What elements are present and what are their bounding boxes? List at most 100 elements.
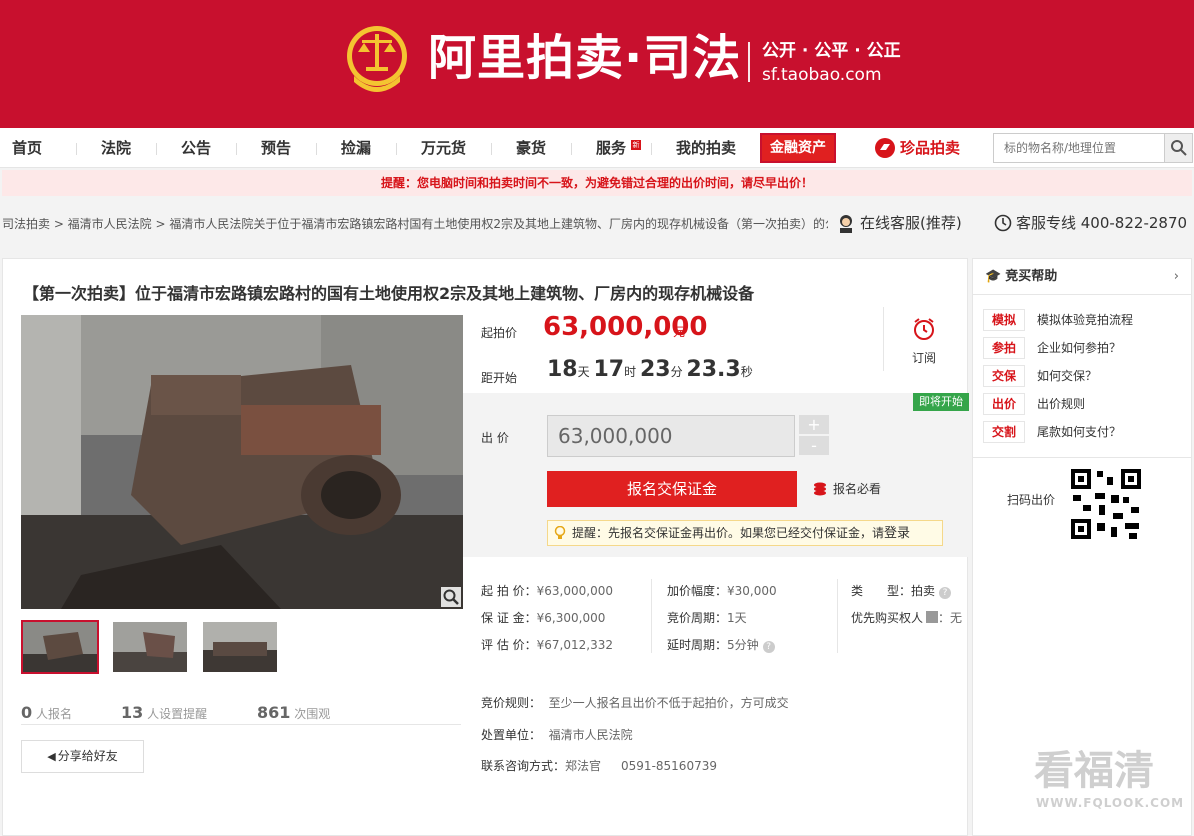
decrease-bid-button[interactable]: - bbox=[799, 436, 829, 455]
countdown-unit: 分 bbox=[670, 365, 683, 379]
share-icon: ◀ bbox=[47, 750, 56, 763]
help-header[interactable]: 🎓 竞买帮助 › bbox=[973, 259, 1191, 295]
nav-court[interactable]: 法院 bbox=[101, 138, 131, 158]
online-service-label: 在线客服(推荐) bbox=[860, 214, 962, 232]
bid-amount-field[interactable]: 63,000,000 bbox=[547, 415, 795, 457]
info-appraisal: 评 估 价：¥67,012,332 bbox=[481, 637, 613, 653]
service-hotline: 客服专线 400-822-2870 bbox=[994, 212, 1187, 234]
info-value: 1天 bbox=[727, 611, 747, 625]
clock-icon bbox=[994, 214, 1012, 232]
nav-bargain[interactable]: 捡漏 bbox=[341, 138, 371, 158]
share-button[interactable]: ◀ 分享给好友 bbox=[21, 740, 144, 773]
priority-icon bbox=[926, 611, 939, 623]
chevron-right-icon[interactable]: › bbox=[1174, 259, 1179, 295]
lightbulb-icon bbox=[554, 526, 566, 539]
info-label: 竞价周期： bbox=[667, 611, 728, 625]
help-icon[interactable]: ? bbox=[762, 641, 775, 653]
nav-finance-assets[interactable]: 金融资产 bbox=[760, 133, 836, 163]
thumbnail-image bbox=[23, 622, 97, 672]
view-label: 次围观 bbox=[294, 707, 331, 721]
alarm-clock-icon bbox=[914, 318, 934, 340]
main-nav: 首页 法院 公告 预告 捡漏 万元货 豪货 服务 新 我的拍卖 金融资产 珍品拍… bbox=[0, 128, 1194, 168]
info-value: 郑法官 bbox=[565, 759, 602, 773]
info-value: ：无 bbox=[938, 611, 963, 625]
help-text: 出价规则 bbox=[1037, 397, 1086, 411]
reminder-label: 人设置提醒 bbox=[147, 707, 208, 721]
search-box bbox=[993, 133, 1193, 163]
info-label: 延时周期： bbox=[667, 638, 728, 652]
info-label: 竞价规则： bbox=[481, 696, 542, 710]
info-label: 保 证 金： bbox=[481, 611, 537, 625]
signup-label: 人报名 bbox=[35, 707, 72, 721]
brand-name[interactable]: 阿里拍卖·司法 bbox=[428, 26, 741, 90]
thumbnail-1[interactable] bbox=[21, 620, 99, 674]
subscribe-label: 订阅 bbox=[912, 351, 937, 365]
info-priority: 优先购买权人 ：无 bbox=[851, 610, 962, 626]
nav-home[interactable]: 首页 bbox=[12, 138, 42, 158]
countdown-hours: 17 bbox=[593, 357, 625, 382]
info-deposit: 保 证 金：¥6,300,000 bbox=[481, 610, 605, 626]
countdown-days: 18 bbox=[547, 357, 578, 382]
countdown-seconds: 23.3 bbox=[686, 357, 741, 382]
signup-guide-link[interactable]: 报名必看 bbox=[813, 480, 881, 498]
info-label: 评 估 价： bbox=[481, 638, 537, 652]
nav-my-auction[interactable]: 我的拍卖 bbox=[676, 138, 736, 158]
machinery-photo bbox=[21, 315, 463, 609]
search-icon bbox=[1171, 140, 1187, 156]
view-stat: 861 次围观 bbox=[257, 703, 330, 722]
info-value: 福清市人民法院 bbox=[548, 728, 633, 742]
nav-divider bbox=[76, 143, 77, 155]
info-value: 5分钟 bbox=[727, 638, 759, 652]
info-type: 类 型：拍卖? bbox=[851, 583, 952, 599]
nav-service[interactable]: 服务 bbox=[596, 138, 626, 158]
countdown-timer: 18天 17时 23分 23.3秒 bbox=[547, 357, 753, 382]
search-input[interactable] bbox=[994, 134, 1160, 162]
nav-ten-thousand[interactable]: 万元货 bbox=[421, 138, 466, 158]
help-title: 竞买帮助 bbox=[1005, 269, 1058, 284]
hotline-label: 客服专线 400-822-2870 bbox=[1016, 214, 1188, 232]
nav-divider bbox=[571, 143, 572, 155]
info-value: ¥63,000,000 bbox=[536, 584, 613, 598]
signup-deposit-button[interactable]: 报名交保证金 bbox=[547, 471, 797, 507]
breadcrumb[interactable]: 司法拍卖 > 福清市人民法院 > 福清市人民法院关于位于福清市宏路镇宏路村国有土… bbox=[2, 216, 828, 232]
countdown-unit: 天 bbox=[577, 365, 590, 379]
help-text: 模拟体验竞拍流程 bbox=[1037, 313, 1134, 327]
thumbnail-3[interactable] bbox=[201, 620, 279, 674]
brand-slogan: 公开 · 公平 · 公正 bbox=[762, 41, 901, 61]
thumbnail-image bbox=[113, 622, 187, 672]
reminder-stat: 13 人设置提醒 bbox=[121, 703, 207, 722]
nav-announcement[interactable]: 公告 bbox=[181, 138, 211, 158]
help-tag: 出价 bbox=[983, 393, 1025, 415]
signup-stat: 0 人报名 bbox=[21, 703, 72, 722]
increase-bid-button[interactable]: + bbox=[799, 415, 829, 434]
login-link[interactable]: 登录 bbox=[884, 526, 910, 541]
reminder-count: 13 bbox=[121, 703, 144, 722]
qr-code-icon[interactable] bbox=[1069, 467, 1143, 541]
brand-divider bbox=[748, 42, 750, 82]
service-new-badge: 新 bbox=[631, 140, 641, 150]
nav-divider bbox=[236, 143, 237, 155]
info-label: 处置单位： bbox=[481, 728, 542, 742]
zoom-button[interactable] bbox=[441, 587, 461, 607]
nav-treasure-auction[interactable]: 珍品拍卖 bbox=[900, 137, 960, 159]
help-icon[interactable]: ? bbox=[939, 587, 952, 599]
signup-guide-label: 报名必看 bbox=[833, 482, 882, 496]
nav-preview[interactable]: 预告 bbox=[261, 138, 291, 158]
item-main-photo[interactable] bbox=[21, 315, 463, 609]
brand-domain: sf.taobao.com bbox=[762, 65, 882, 85]
status-badge: 即将开始 bbox=[913, 393, 969, 411]
online-service[interactable]: 在线客服(推荐) bbox=[836, 212, 962, 234]
info-delay: 延时周期：5分钟? bbox=[667, 637, 775, 653]
subscribe-button[interactable]: 订阅 bbox=[883, 307, 963, 371]
info-value: ¥6,300,000 bbox=[536, 611, 606, 625]
treasure-logo-icon bbox=[875, 138, 895, 158]
nav-luxury[interactable]: 豪货 bbox=[516, 138, 546, 158]
info-value: 拍卖 bbox=[911, 584, 936, 598]
view-count: 861 bbox=[257, 703, 291, 722]
search-button[interactable] bbox=[1164, 134, 1192, 162]
countdown-unit: 秒 bbox=[740, 365, 753, 379]
info-divider bbox=[651, 579, 652, 653]
info-contact: 联系咨询方式：郑法官 0591-85160739 bbox=[481, 758, 717, 774]
thumbnail-2[interactable] bbox=[111, 620, 189, 674]
nav-divider bbox=[651, 143, 652, 155]
